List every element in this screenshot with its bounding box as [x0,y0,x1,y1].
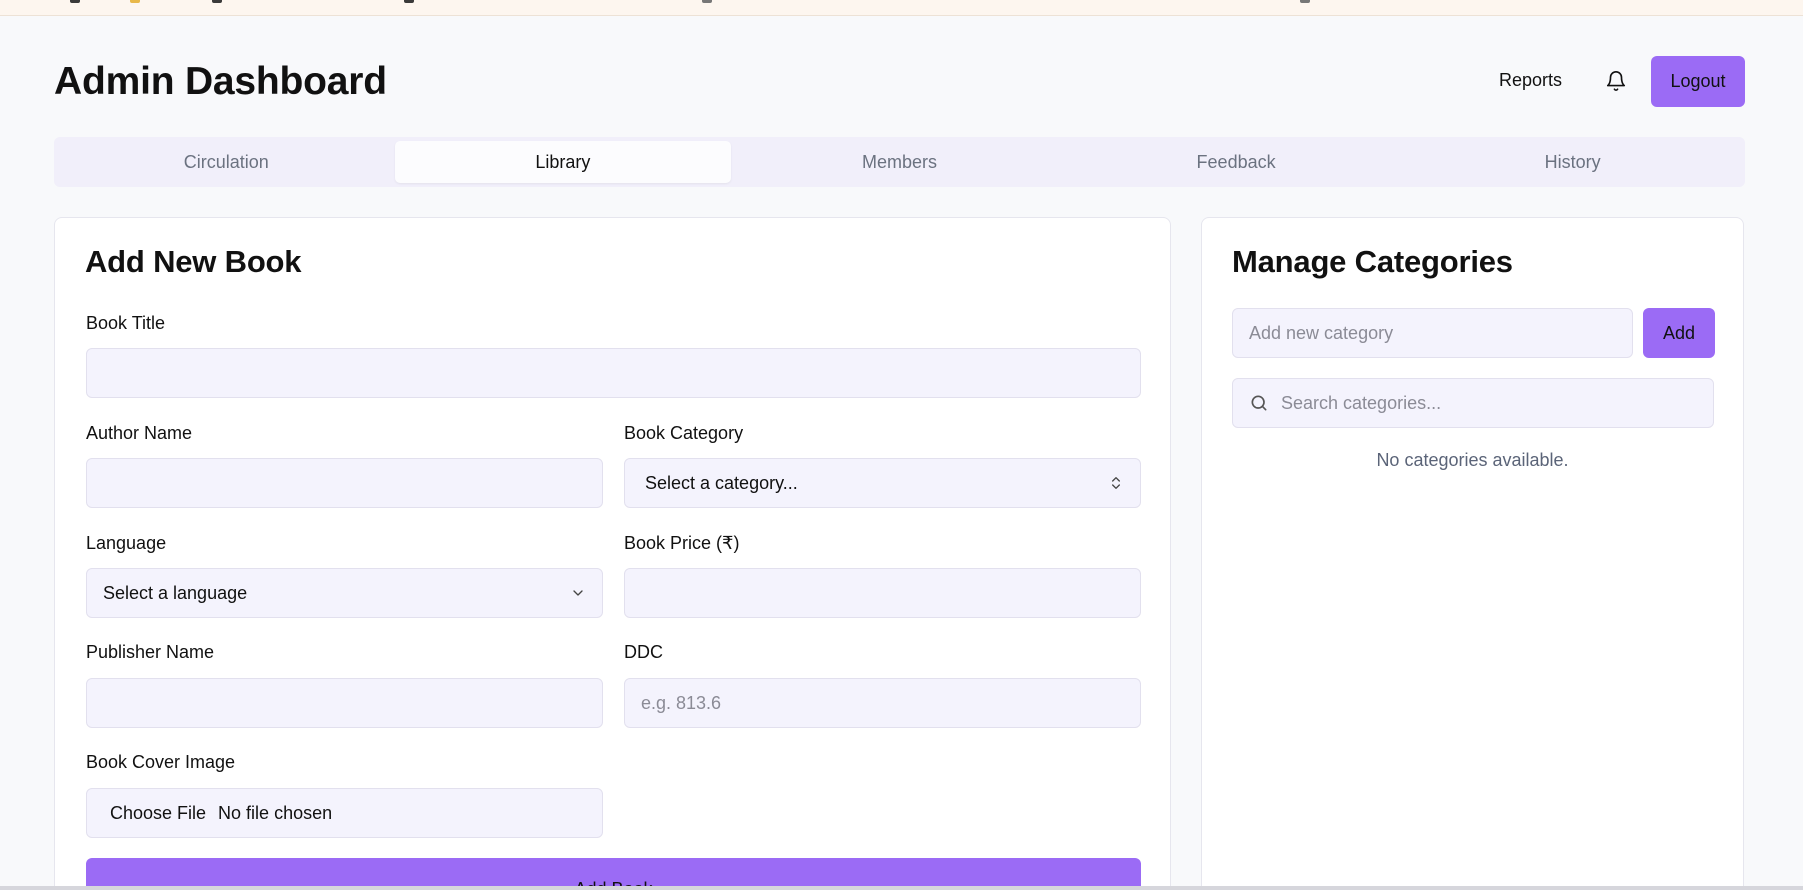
choose-file-button[interactable]: Choose File [110,803,206,824]
add-book-title: Add New Book [85,244,302,279]
ddc-placeholder: e.g. 813.6 [641,692,722,713]
logout-button[interactable]: Logout [1651,56,1745,107]
publisher-name-input[interactable] [86,678,603,728]
page-title: Admin Dashboard [54,60,387,103]
file-status: No file chosen [218,802,333,823]
book-category-select[interactable]: Select a category... [624,458,1141,508]
tab-members[interactable]: Members [731,141,1068,183]
category-search-input[interactable]: Search categories... [1232,378,1714,428]
add-book-card: Add New Book Book Title Author Name Book… [54,217,1171,890]
reports-link[interactable]: Reports [1499,70,1562,91]
book-title-label: Book Title [86,313,166,333]
chevron-up-down-icon [1112,477,1120,489]
window-bottom-edge [0,886,1803,890]
book-price-input[interactable] [624,568,1141,618]
section-tabs: Circulation Library Members Feedback His… [54,137,1745,187]
book-price-label: Book Price (₹) [624,533,740,553]
empty-categories-message: No categories available. [1376,450,1569,470]
tab-history[interactable]: History [1404,141,1741,183]
author-name-label: Author Name [86,423,193,443]
search-icon [1251,395,1267,411]
language-select[interactable]: Select a language [86,568,603,618]
new-category-input[interactable]: Add new category [1232,308,1633,358]
browser-bookmark-strip [0,0,1803,16]
chevron-down-icon [573,590,583,596]
book-title-input[interactable] [86,348,1141,398]
ddc-input[interactable]: e.g. 813.6 [624,678,1141,728]
author-name-input[interactable] [86,458,603,508]
cover-image-file-input[interactable]: Choose File No file chosen [86,788,603,838]
bell-icon[interactable] [1605,69,1627,93]
language-label: Language [86,533,167,553]
ddc-label: DDC [624,642,663,662]
add-category-button[interactable]: Add [1643,308,1715,358]
page-header: Admin Dashboard Reports Logout [54,56,1745,108]
tab-circulation[interactable]: Circulation [58,141,395,183]
manage-categories-title: Manage Categories [1232,244,1513,279]
cover-image-label: Book Cover Image [86,752,236,772]
publisher-name-label: Publisher Name [86,642,215,662]
category-search-placeholder: Search categories... [1281,392,1442,413]
tab-feedback[interactable]: Feedback [1068,141,1405,183]
book-category-value: Select a category... [645,472,798,493]
new-category-placeholder: Add new category [1249,322,1394,343]
manage-categories-card: Manage Categories Add new category Add S… [1201,217,1744,890]
tab-library[interactable]: Library [394,141,732,183]
book-category-label: Book Category [624,423,744,443]
language-value: Select a language [103,582,248,603]
